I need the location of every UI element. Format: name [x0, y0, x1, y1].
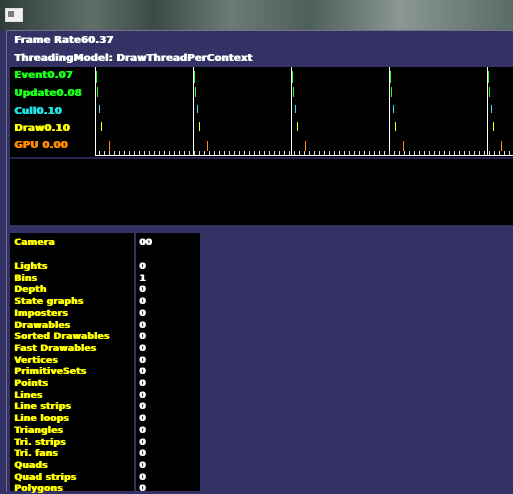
scene-stat-label: Bins [14, 274, 37, 284]
scene-stat-value: 0 [139, 297, 146, 307]
scene-stat-label: Quads [14, 461, 48, 471]
gpu-time-label: GPU 0.00 [14, 140, 68, 151]
scene-stat-value: 0 [139, 367, 146, 377]
draw-time-label: Draw0.10 [14, 123, 70, 134]
camera-stats-panel [10, 159, 513, 225]
scene-stat-value: 1 [139, 274, 146, 284]
event-time-label: Event0.07 [14, 70, 73, 81]
scene-stat-label: Points [14, 379, 48, 389]
scene-stat-value: 0 [139, 461, 146, 471]
scene-stat-value: 0 [139, 344, 146, 354]
scene-stat-value: 0 [139, 484, 146, 494]
frame-rate-label: Frame Rate60.37 [14, 35, 114, 46]
scene-stat-label: Lines [14, 391, 43, 401]
scene-stat-label: Drawables [14, 321, 71, 331]
scene-stat-label: Triangles [14, 426, 63, 436]
scene-stats-labels: Camera Lights Bins Depth State graphs Impost… [10, 233, 134, 494]
timing-graph [95, 67, 513, 156]
scene-stat-label: Line loops [14, 414, 69, 424]
scene-stat-value: 0 [139, 379, 146, 389]
scene-stats-values: 00 01000000000000000000 [136, 233, 200, 494]
scene-stat-value: 0 [139, 309, 146, 319]
scene-stat-value: 0 [139, 285, 146, 295]
scene-stat-label: Depth [14, 285, 47, 295]
camera-label: Camera [14, 238, 55, 248]
window-icon[interactable] [5, 8, 23, 22]
scene-stat-label: Line strips [14, 402, 71, 412]
scene-stat-value: 0 [139, 262, 146, 272]
scene-stat-value: 0 [139, 414, 146, 424]
scene-stat-value: 0 [139, 332, 146, 342]
desktop-background-strip [0, 0, 513, 30]
scene-stat-label: Quad strips [14, 473, 76, 483]
scene-stat-label: Tri. fans [14, 449, 58, 459]
scene-stat-value: 0 [139, 438, 146, 448]
scene-stat-value: 0 [139, 426, 146, 436]
cull-time-label: Cull0.10 [14, 106, 62, 117]
scene-stat-label: Sorted Drawables [14, 332, 110, 342]
scene-stat-label: Imposters [14, 309, 68, 319]
scene-stat-value: 0 [139, 402, 146, 412]
scene-stat-label: Polygons [14, 484, 63, 494]
scene-stat-label: Fast Drawables [14, 344, 97, 354]
scene-stat-label: Tri. strips [14, 438, 66, 448]
camera-value: 00 [139, 238, 152, 248]
scene-stat-label: Lights [14, 262, 48, 272]
scene-stat-value: 0 [139, 449, 146, 459]
scene-stat-label: PrimitiveSets [14, 367, 87, 377]
scene-stat-value: 0 [139, 321, 146, 331]
scene-stat-label: State graphs [14, 297, 84, 307]
scene-stat-value: 0 [139, 473, 146, 483]
scene-stat-value: 0 [139, 391, 146, 401]
scene-stat-value: 0 [139, 356, 146, 366]
scene-stat-label: Vertices [14, 356, 58, 366]
update-time-label: Update0.08 [14, 88, 82, 99]
threading-model-label: ThreadingModel: DrawThreadPerContext [14, 53, 253, 64]
timing-panel: Event0.07 Update0.08 Cull0.10 Draw0.10 G… [10, 67, 513, 157]
